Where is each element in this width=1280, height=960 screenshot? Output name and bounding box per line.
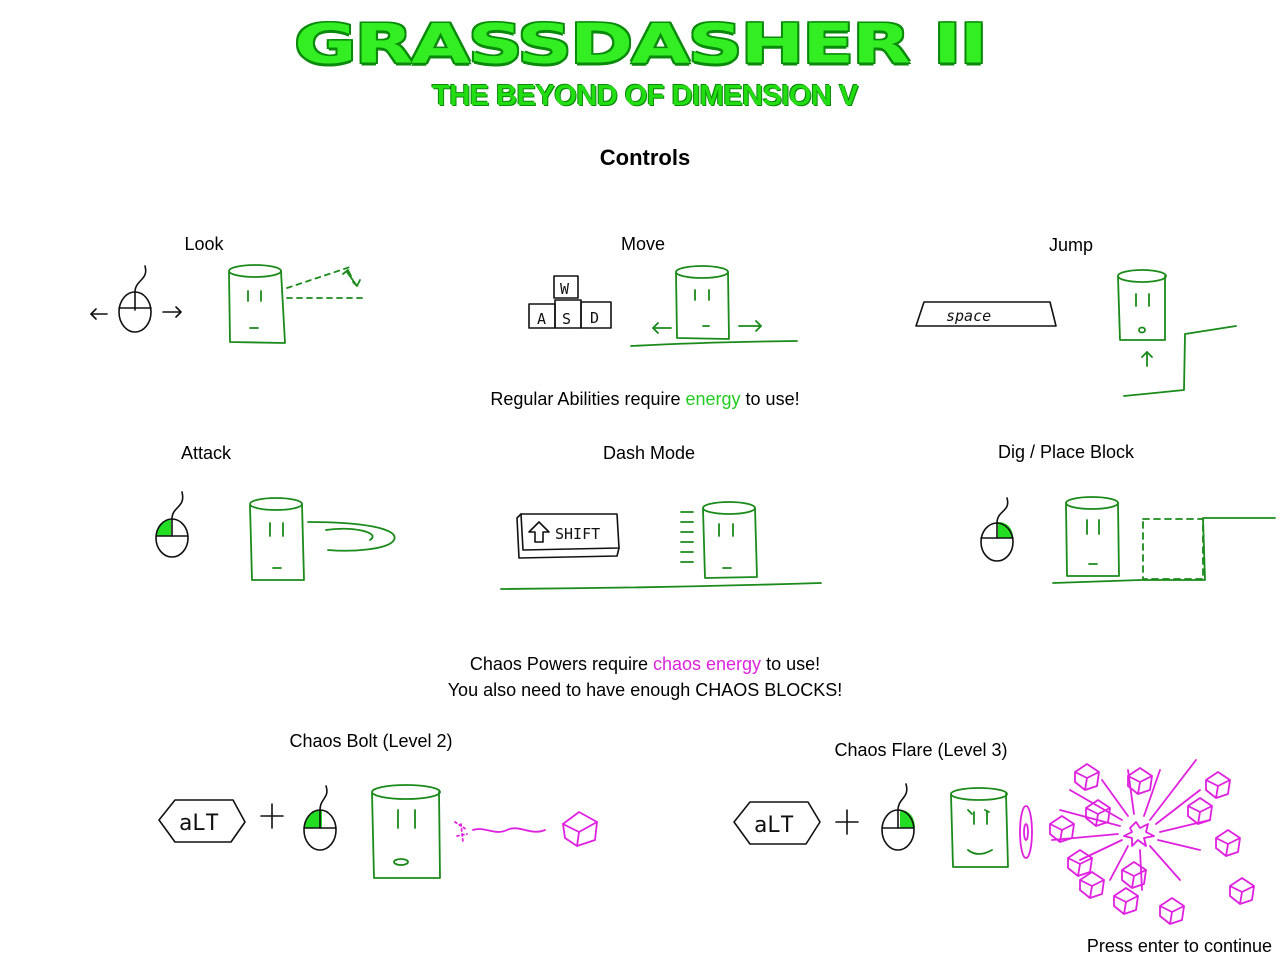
shift-arrow-icon — [529, 522, 549, 542]
attack-illustration — [150, 488, 410, 588]
look-label: Look — [184, 234, 224, 254]
ground-line — [501, 583, 821, 589]
character-icon — [703, 502, 757, 578]
move-arrows — [653, 321, 761, 333]
dash-mode-illustration: SHIFT — [497, 498, 827, 594]
arrow-right-icon — [163, 307, 181, 317]
right-mouse-button-icon — [981, 498, 1013, 561]
key-d: D — [590, 309, 599, 327]
speed-lines — [681, 512, 693, 562]
key-s: S — [562, 310, 571, 328]
jump-illustration: space — [912, 266, 1252, 406]
dash-mode-label: Dash Mode — [602, 443, 696, 463]
chaos-block-icon — [1160, 898, 1184, 924]
character-icon — [951, 788, 1008, 867]
right-mouse-button-icon — [882, 784, 915, 850]
attack-label: Attack — [180, 443, 232, 463]
note-text: Regular Abilities require — [490, 389, 686, 409]
arrow-left-icon — [91, 309, 107, 319]
chaos-block-icon — [1122, 862, 1146, 888]
chaos-block-icon — [1206, 772, 1230, 798]
chaos-block-icon — [1050, 764, 1254, 924]
mouse-icon — [119, 266, 151, 332]
plus-icon — [261, 804, 283, 828]
placed-block-outline — [1143, 519, 1203, 579]
character-icon — [676, 266, 729, 339]
dig-place-illustration — [975, 494, 1280, 586]
chaos-block-icon — [1216, 830, 1240, 856]
chaos-block-icon — [1080, 872, 1104, 898]
right-mouse-button-icon — [304, 786, 336, 850]
energy-highlight: energy — [685, 389, 741, 409]
chaos-block-icon — [563, 812, 597, 846]
chaos-block-icon — [1188, 798, 1212, 824]
note-text: to use! — [761, 654, 821, 674]
chaos-flare-illustration: aLT — [730, 750, 1275, 925]
space-key: space — [916, 302, 1056, 326]
key-shift-label: SHIFT — [555, 525, 600, 543]
character-icon — [1066, 497, 1119, 576]
character-icon — [372, 785, 440, 878]
camera-view-lines — [287, 266, 365, 298]
chaos-energy-highlight: chaos energy — [652, 654, 762, 674]
left-mouse-button-icon — [156, 492, 188, 557]
chaos-block-icon — [1230, 878, 1254, 904]
game-title-logo: GRASSDASHER II — [294, 11, 987, 76]
step-terrain — [1124, 326, 1236, 396]
character-icon — [250, 498, 304, 580]
alt-key: aLT — [159, 800, 245, 842]
move-label: Move — [620, 234, 666, 254]
look-illustration — [85, 258, 385, 358]
jump-label: Jump — [1048, 235, 1094, 255]
note-text: to use! — [740, 389, 800, 409]
wasd-keys: W A S D — [529, 276, 611, 328]
key-w: W — [560, 280, 570, 298]
chaos-block-icon — [1114, 888, 1138, 914]
key-alt-label: aLT — [179, 811, 219, 836]
ground-line — [631, 341, 797, 346]
dig-place-label: Dig / Place Block — [997, 442, 1135, 462]
chaos-blocks-note: You also need to have enough CHAOS BLOCK… — [447, 680, 843, 700]
attack-slash-inner — [326, 529, 373, 540]
note-text: Chaos Powers require — [469, 654, 653, 674]
plus-icon — [836, 810, 858, 834]
regular-abilities-note: Regular Abilities require energy to use! — [0, 389, 1280, 410]
chaos-bolt-illustration: aLT — [155, 780, 605, 885]
key-alt-label: aLT — [754, 813, 794, 838]
shift-key: SHIFT — [517, 514, 619, 558]
key-a: A — [537, 310, 546, 328]
chaos-block-icon — [1068, 850, 1092, 876]
alt-key: aLT — [734, 802, 820, 844]
chaos-bolt-label: Chaos Bolt (Level 2) — [289, 731, 453, 751]
flare-rings — [1020, 806, 1032, 858]
chaos-powers-note: Chaos Powers require chaos energy to use… — [0, 654, 1280, 675]
chaos-block-icon — [1075, 764, 1099, 790]
chaos-block-icon — [1050, 816, 1074, 842]
jump-arrow — [1142, 352, 1152, 366]
press-enter-prompt[interactable]: Press enter to continue — [1087, 936, 1272, 957]
game-subtitle: THE BEYOND OF DIMENSION V — [432, 80, 858, 112]
character-icon — [1118, 270, 1166, 340]
controls-heading: Controls — [599, 145, 691, 170]
move-illustration: W A S D — [525, 262, 805, 352]
character-icon — [229, 265, 285, 343]
attack-slash-effect — [308, 522, 395, 551]
key-space-label: space — [946, 307, 991, 325]
chaos-block-icon — [1086, 800, 1110, 826]
chaos-bolt-beam — [455, 822, 545, 842]
